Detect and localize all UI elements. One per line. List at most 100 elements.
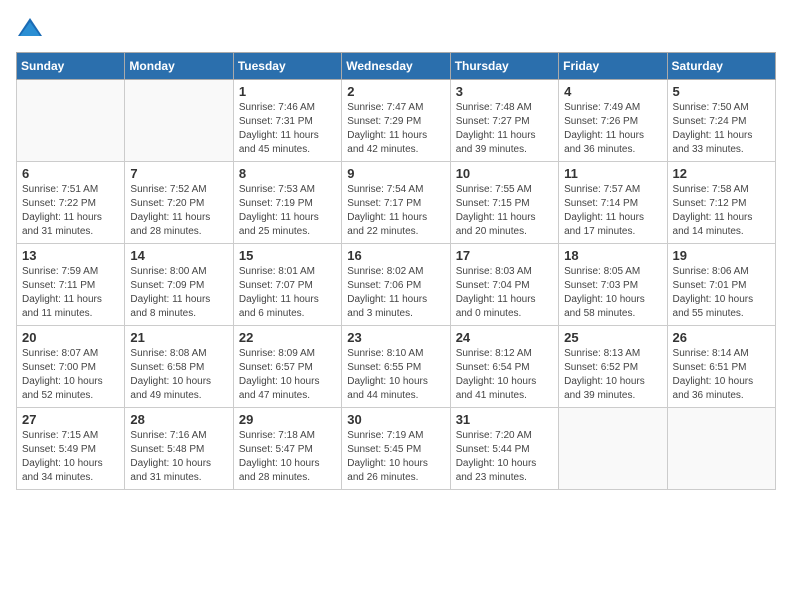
calendar-day-cell: 1 Sunrise: 7:46 AM Sunset: 7:31 PM Daylig… xyxy=(233,80,341,162)
day-info: Sunrise: 7:15 AM Sunset: 5:49 PM Dayligh… xyxy=(22,429,119,485)
day-number: 2 xyxy=(347,84,444,99)
calendar-day-cell: 11 Sunrise: 7:57 AM Sunset: 7:14 PM Dayli… xyxy=(559,162,667,244)
calendar-day-cell: 26 Sunrise: 8:14 AM Sunset: 6:51 PM Dayli… xyxy=(667,326,775,408)
calendar-day-cell: 4 Sunrise: 7:49 AM Sunset: 7:26 PM Daylig… xyxy=(559,80,667,162)
logo xyxy=(16,16,46,40)
day-number: 12 xyxy=(673,166,770,181)
calendar-day-cell: 13 Sunrise: 7:59 AM Sunset: 7:11 PM Dayli… xyxy=(17,244,125,326)
page-header xyxy=(16,16,776,40)
calendar-day-cell: 17 Sunrise: 8:03 AM Sunset: 7:04 PM Dayli… xyxy=(450,244,558,326)
calendar-day-cell: 21 Sunrise: 8:08 AM Sunset: 6:58 PM Dayli… xyxy=(125,326,233,408)
day-number: 23 xyxy=(347,330,444,345)
day-number: 1 xyxy=(239,84,336,99)
weekday-header: Tuesday xyxy=(233,53,341,80)
day-info: Sunrise: 8:02 AM Sunset: 7:06 PM Dayligh… xyxy=(347,265,444,321)
calendar-day-cell: 24 Sunrise: 8:12 AM Sunset: 6:54 PM Dayli… xyxy=(450,326,558,408)
day-number: 5 xyxy=(673,84,770,99)
day-number: 21 xyxy=(130,330,227,345)
day-info: Sunrise: 7:51 AM Sunset: 7:22 PM Dayligh… xyxy=(22,183,119,239)
day-info: Sunrise: 8:12 AM Sunset: 6:54 PM Dayligh… xyxy=(456,347,553,403)
day-number: 14 xyxy=(130,248,227,263)
day-number: 17 xyxy=(456,248,553,263)
day-info: Sunrise: 8:14 AM Sunset: 6:51 PM Dayligh… xyxy=(673,347,770,403)
day-number: 26 xyxy=(673,330,770,345)
day-number: 7 xyxy=(130,166,227,181)
calendar-day-cell: 18Sunrise: 8:05 AM Sunset: 7:03 PM Dayli… xyxy=(559,244,667,326)
calendar-day-cell: 8 Sunrise: 7:53 AM Sunset: 7:19 PM Daylig… xyxy=(233,162,341,244)
day-info: Sunrise: 8:09 AM Sunset: 6:57 PM Dayligh… xyxy=(239,347,336,403)
day-info: Sunrise: 8:13 AM Sunset: 6:52 PM Dayligh… xyxy=(564,347,661,403)
day-number: 20 xyxy=(22,330,119,345)
day-info: Sunrise: 8:05 AM Sunset: 7:03 PM Dayligh… xyxy=(564,265,661,321)
calendar-day-cell: 20 Sunrise: 8:07 AM Sunset: 7:00 PM Dayli… xyxy=(17,326,125,408)
day-number: 6 xyxy=(22,166,119,181)
calendar-day-cell xyxy=(17,80,125,162)
calendar-day-cell: 15 Sunrise: 8:01 AM Sunset: 7:07 PM Dayli… xyxy=(233,244,341,326)
day-info: Sunrise: 7:55 AM Sunset: 7:15 PM Dayligh… xyxy=(456,183,553,239)
weekday-header: Sunday xyxy=(17,53,125,80)
day-number: 15 xyxy=(239,248,336,263)
calendar-day-cell: 31 Sunrise: 7:20 AM Sunset: 5:44 PM Dayli… xyxy=(450,408,558,490)
weekday-header: Thursday xyxy=(450,53,558,80)
calendar-week-row: 20 Sunrise: 8:07 AM Sunset: 7:00 PM Dayli… xyxy=(17,326,776,408)
day-info: Sunrise: 7:49 AM Sunset: 7:26 PM Dayligh… xyxy=(564,101,661,157)
day-info: Sunrise: 8:08 AM Sunset: 6:58 PM Dayligh… xyxy=(130,347,227,403)
day-number: 25 xyxy=(564,330,661,345)
calendar-day-cell: 5Sunrise: 7:50 AM Sunset: 7:24 PM Daylig… xyxy=(667,80,775,162)
calendar-day-cell: 9 Sunrise: 7:54 AM Sunset: 7:17 PM Daylig… xyxy=(342,162,450,244)
day-info: Sunrise: 7:18 AM Sunset: 5:47 PM Dayligh… xyxy=(239,429,336,485)
day-number: 24 xyxy=(456,330,553,345)
day-info: Sunrise: 7:16 AM Sunset: 5:48 PM Dayligh… xyxy=(130,429,227,485)
calendar-day-cell: 30Sunrise: 7:19 AM Sunset: 5:45 PM Dayli… xyxy=(342,408,450,490)
calendar-day-cell: 12 Sunrise: 7:58 AM Sunset: 7:12 PM Dayli… xyxy=(667,162,775,244)
calendar-day-cell: 23 Sunrise: 8:10 AM Sunset: 6:55 PM Dayli… xyxy=(342,326,450,408)
day-number: 10 xyxy=(456,166,553,181)
day-info: Sunrise: 7:20 AM Sunset: 5:44 PM Dayligh… xyxy=(456,429,553,485)
calendar-day-cell: 3 Sunrise: 7:48 AM Sunset: 7:27 PM Daylig… xyxy=(450,80,558,162)
day-number: 11 xyxy=(564,166,661,181)
calendar-day-cell: 19Sunrise: 8:06 AM Sunset: 7:01 PM Dayli… xyxy=(667,244,775,326)
day-number: 16 xyxy=(347,248,444,263)
calendar-day-cell: 10 Sunrise: 7:55 AM Sunset: 7:15 PM Dayli… xyxy=(450,162,558,244)
day-info: Sunrise: 7:48 AM Sunset: 7:27 PM Dayligh… xyxy=(456,101,553,157)
day-info: Sunrise: 7:59 AM Sunset: 7:11 PM Dayligh… xyxy=(22,265,119,321)
day-info: Sunrise: 7:53 AM Sunset: 7:19 PM Dayligh… xyxy=(239,183,336,239)
calendar-day-cell xyxy=(667,408,775,490)
day-info: Sunrise: 8:00 AM Sunset: 7:09 PM Dayligh… xyxy=(130,265,227,321)
day-number: 27 xyxy=(22,412,119,427)
day-info: Sunrise: 8:03 AM Sunset: 7:04 PM Dayligh… xyxy=(456,265,553,321)
day-number: 13 xyxy=(22,248,119,263)
day-info: Sunrise: 7:58 AM Sunset: 7:12 PM Dayligh… xyxy=(673,183,770,239)
calendar-day-cell: 25 Sunrise: 8:13 AM Sunset: 6:52 PM Dayli… xyxy=(559,326,667,408)
day-info: Sunrise: 8:07 AM Sunset: 7:00 PM Dayligh… xyxy=(22,347,119,403)
day-info: Sunrise: 8:01 AM Sunset: 7:07 PM Dayligh… xyxy=(239,265,336,321)
weekday-header: Wednesday xyxy=(342,53,450,80)
day-info: Sunrise: 7:52 AM Sunset: 7:20 PM Dayligh… xyxy=(130,183,227,239)
weekday-header: Friday xyxy=(559,53,667,80)
weekday-header: Monday xyxy=(125,53,233,80)
calendar-header-row: SundayMondayTuesdayWednesdayThursdayFrid… xyxy=(17,53,776,80)
calendar-week-row: 1 Sunrise: 7:46 AM Sunset: 7:31 PM Daylig… xyxy=(17,80,776,162)
day-info: Sunrise: 8:10 AM Sunset: 6:55 PM Dayligh… xyxy=(347,347,444,403)
calendar-day-cell xyxy=(125,80,233,162)
calendar-day-cell: 16 Sunrise: 8:02 AM Sunset: 7:06 PM Dayli… xyxy=(342,244,450,326)
day-number: 9 xyxy=(347,166,444,181)
day-number: 29 xyxy=(239,412,336,427)
calendar-week-row: 6 Sunrise: 7:51 AM Sunset: 7:22 PM Daylig… xyxy=(17,162,776,244)
day-info: Sunrise: 7:46 AM Sunset: 7:31 PM Dayligh… xyxy=(239,101,336,157)
day-number: 4 xyxy=(564,84,661,99)
calendar-day-cell: 29 Sunrise: 7:18 AM Sunset: 5:47 PM Dayli… xyxy=(233,408,341,490)
calendar-day-cell xyxy=(559,408,667,490)
day-number: 28 xyxy=(130,412,227,427)
day-info: Sunrise: 7:54 AM Sunset: 7:17 PM Dayligh… xyxy=(347,183,444,239)
calendar-day-cell: 28 Sunrise: 7:16 AM Sunset: 5:48 PM Dayli… xyxy=(125,408,233,490)
day-number: 31 xyxy=(456,412,553,427)
day-number: 8 xyxy=(239,166,336,181)
calendar-day-cell: 7 Sunrise: 7:52 AM Sunset: 7:20 PM Daylig… xyxy=(125,162,233,244)
day-number: 3 xyxy=(456,84,553,99)
calendar-day-cell: 14 Sunrise: 8:00 AM Sunset: 7:09 PM Dayli… xyxy=(125,244,233,326)
day-info: Sunrise: 8:06 AM Sunset: 7:01 PM Dayligh… xyxy=(673,265,770,321)
calendar-day-cell: 27 Sunrise: 7:15 AM Sunset: 5:49 PM Dayli… xyxy=(17,408,125,490)
day-info: Sunrise: 7:57 AM Sunset: 7:14 PM Dayligh… xyxy=(564,183,661,239)
day-info: Sunrise: 7:19 AM Sunset: 5:45 PM Dayligh… xyxy=(347,429,444,485)
